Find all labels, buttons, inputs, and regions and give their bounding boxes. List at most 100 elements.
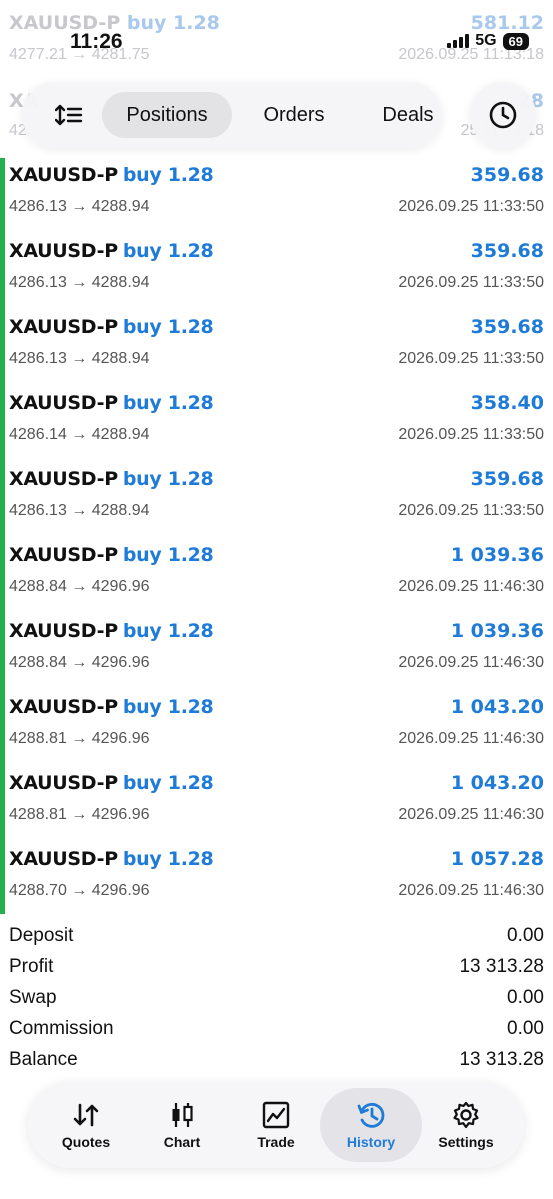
summary-label: Commission <box>9 1018 114 1039</box>
summary-label: Profit <box>9 956 54 977</box>
history-icon <box>357 1102 385 1128</box>
deal-profit: 1 057.28 <box>450 848 544 870</box>
nav-label: Chart <box>163 1134 201 1150</box>
deal-side: buy 1.28 <box>122 240 214 262</box>
deal-side: buy 1.28 <box>122 316 214 338</box>
tab-orders[interactable]: Orders <box>244 92 344 138</box>
deal-time: 2026.09.25 11:46:30 <box>398 806 544 823</box>
deal-profit: 1 043.20 <box>450 772 544 794</box>
sort-icon <box>55 104 83 126</box>
tab-bar: Positions Orders Deals <box>22 82 442 148</box>
deal-side: buy 1.28 <box>122 392 214 414</box>
deal-profit: 359.68 <box>470 164 544 186</box>
summary-commission: Commission 0.00 <box>0 1015 553 1046</box>
deal-row[interactable]: XAUUSD-P buy 1.28 1 043.20 4288.81 → 4296… <box>0 690 553 766</box>
deal-profit: 359.68 <box>470 316 544 338</box>
deal-time: 2026.09.25 11:46:30 <box>398 882 544 899</box>
summary-value: 13 313.28 <box>459 956 544 977</box>
bottom-nav: Quotes Chart Trade History Settings <box>28 1082 524 1168</box>
deal-time: 2026.09.25 11:33:50 <box>398 350 544 367</box>
deal-prices: 4286.13 → 4288.94 <box>9 502 150 519</box>
deal-prices: 4288.81 → 4296.96 <box>9 730 150 747</box>
deal-row[interactable]: XAUUSD-P buy 1.28 1 039.36 4288.84 → 4296… <box>0 538 553 614</box>
period-button[interactable] <box>470 82 536 148</box>
summary-value: 0.00 <box>507 987 544 1008</box>
deal-profit: 1 039.36 <box>450 620 544 642</box>
nav-label: Settings <box>438 1134 494 1150</box>
deal-symbol: XAUUSD-P buy 1.28 <box>9 164 214 186</box>
nav-trade[interactable]: Trade <box>228 1088 324 1162</box>
deal-side: buy 1.28 <box>122 164 214 186</box>
deal-symbol: XAUUSD-P buy 1.28 <box>9 316 214 338</box>
trade-icon <box>262 1101 290 1129</box>
deal-time: 2026.09.25 11:33:50 <box>398 274 544 291</box>
deal-prices: 4288.84 → 4296.96 <box>9 654 150 671</box>
deal-symbol: XAUUSD-P buy 1.28 <box>9 544 214 566</box>
deal-prices: 4288.81 → 4296.96 <box>9 806 150 823</box>
status-bar: XAUUSD-P buy 1.28 581.12 4277.21 → 4281.… <box>0 0 553 80</box>
clock-icon <box>489 101 517 129</box>
deal-side: buy 1.28 <box>122 544 214 566</box>
summary-value: 13 313.28 <box>459 1049 544 1070</box>
deal-row[interactable]: XAUUSD-P buy 1.28 1 057.28 4288.70 → 4296… <box>0 842 553 918</box>
tab-positions[interactable]: Positions <box>102 92 232 138</box>
deal-row[interactable]: XAUUSD-P buy 1.28 359.68 4286.13 → 4288.9… <box>0 158 553 234</box>
deal-side: buy 1.28 <box>122 620 214 642</box>
deal-row[interactable]: XAUUSD-P buy 1.28 359.68 4286.13 → 4288.9… <box>0 234 553 310</box>
deal-symbol: XAUUSD-P buy 1.28 <box>9 696 214 718</box>
nav-quotes[interactable]: Quotes <box>38 1088 134 1162</box>
nav-history[interactable]: History <box>320 1088 422 1162</box>
network-type: 5G <box>475 32 497 49</box>
deal-time: 2026.09.25 11:33:50 <box>398 502 544 519</box>
sort-button[interactable] <box>52 98 86 132</box>
deal-profit: 359.68 <box>470 468 544 490</box>
deal-profit: 1 039.36 <box>450 544 544 566</box>
deal-side: buy 1.28 <box>122 468 214 490</box>
nav-chart[interactable]: Chart <box>134 1088 230 1162</box>
deal-row[interactable]: XAUUSD-P buy 1.28 359.68 4286.13 → 4288.9… <box>0 310 553 386</box>
summary-value: 0.00 <box>507 925 544 946</box>
ghost-profit: 581.12 <box>470 12 544 34</box>
settings-icon <box>453 1101 479 1129</box>
deal-prices: 4286.13 → 4288.94 <box>9 198 150 215</box>
nav-label: Trade <box>257 1134 295 1150</box>
status-time: 11:26 <box>70 30 123 53</box>
chart-icon <box>172 1103 193 1127</box>
summary-label: Balance <box>9 1049 78 1070</box>
deal-time: 2026.09.25 11:46:30 <box>398 578 544 595</box>
deal-row[interactable]: XAUUSD-P buy 1.28 1 043.20 4288.81 → 4296… <box>0 766 553 842</box>
deal-time: 2026.09.25 11:33:50 <box>398 426 544 443</box>
deal-side: buy 1.28 <box>122 848 214 870</box>
deal-symbol: XAUUSD-P buy 1.28 <box>9 240 214 262</box>
deal-time: 2026.09.25 11:46:30 <box>398 730 544 747</box>
nav-label: Quotes <box>61 1134 111 1150</box>
summary-profit: Profit 13 313.28 <box>0 953 553 984</box>
summary-deposit: Deposit 0.00 <box>0 922 553 953</box>
deal-row[interactable]: XAUUSD-P buy 1.28 358.40 4286.14 → 4288.9… <box>0 386 553 462</box>
deal-prices: 4288.70 → 4296.96 <box>9 882 150 899</box>
tab-deals[interactable]: Deals <box>360 92 456 138</box>
top-toolbar: Positions Orders Deals <box>0 82 553 148</box>
deal-side: buy 1.28 <box>122 772 214 794</box>
deal-symbol: XAUUSD-P buy 1.28 <box>9 392 214 414</box>
deal-time: 2026.09.25 11:46:30 <box>398 654 544 671</box>
nav-label: History <box>346 1134 396 1150</box>
deal-row[interactable]: XAUUSD-P buy 1.28 1 039.36 4288.84 → 4296… <box>0 614 553 690</box>
deal-profit: 358.40 <box>470 392 544 414</box>
deal-symbol: XAUUSD-P buy 1.28 <box>9 848 214 870</box>
signal-icon <box>447 34 470 48</box>
summary-swap: Swap 0.00 <box>0 984 553 1015</box>
nav-settings[interactable]: Settings <box>418 1088 514 1162</box>
deal-prices: 4286.13 → 4288.94 <box>9 274 150 291</box>
quotes-icon <box>73 1103 99 1127</box>
summary-balance: Balance 13 313.28 <box>0 1046 553 1077</box>
deal-side: buy 1.28 <box>122 696 214 718</box>
deal-time: 2026.09.25 11:33:50 <box>398 198 544 215</box>
account-summary: Deposit 0.00 Profit 13 313.28 Swap 0.00 … <box>0 922 553 1077</box>
summary-value: 0.00 <box>507 1018 544 1039</box>
battery-icon: 69 <box>502 32 529 50</box>
deal-profit: 359.68 <box>470 240 544 262</box>
deal-symbol: XAUUSD-P buy 1.28 <box>9 620 214 642</box>
deal-prices: 4286.14 → 4288.94 <box>9 426 150 443</box>
deal-row[interactable]: XAUUSD-P buy 1.28 359.68 4286.13 → 4288.9… <box>0 462 553 538</box>
